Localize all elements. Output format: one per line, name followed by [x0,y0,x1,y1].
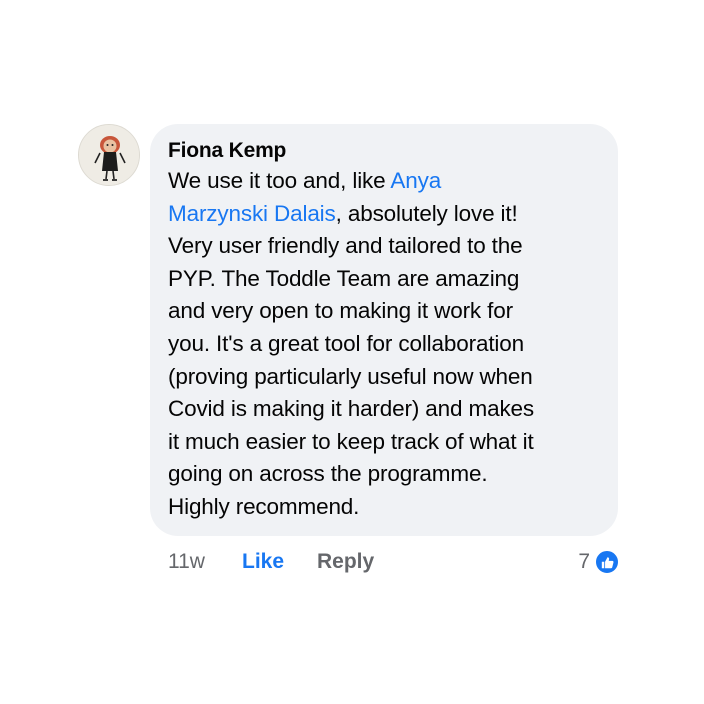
reaction-count: 7 [578,550,590,573]
like-button[interactable]: Like [242,550,317,574]
comment-text-start: We use it too and, like [168,168,391,193]
comment-text: We use it too and, like Anya Marzynski D… [168,165,600,524]
avatar-drawing-icon [79,125,139,185]
comment-actions: 11w Like Reply [168,546,374,578]
avatar[interactable] [78,124,140,186]
comment-bubble: Fiona Kemp We use it too and, like Anya … [150,124,618,536]
comment-author[interactable]: Fiona Kemp [168,138,600,164]
comment-text-rest: , absolutely love it! Very user friendly… [168,200,535,519]
reply-button[interactable]: Reply [317,550,374,574]
thumbs-up-icon [594,549,620,575]
comment-timestamp[interactable]: 11w [168,550,242,574]
reaction-summary[interactable]: 7 [578,546,620,578]
